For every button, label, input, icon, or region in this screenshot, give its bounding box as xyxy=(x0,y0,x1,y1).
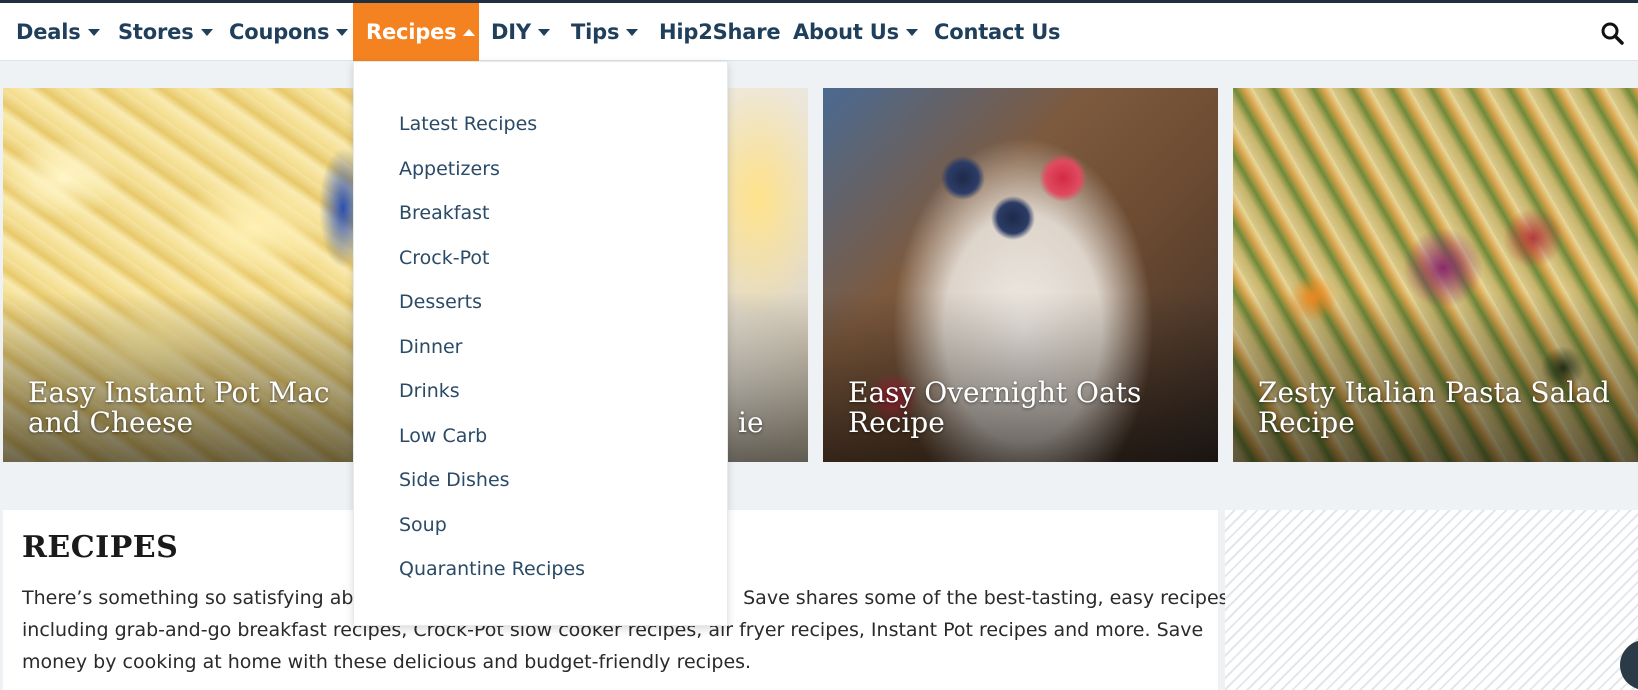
card-title[interactable]: Easy Overnight Oats Recipe xyxy=(848,378,1200,438)
nav-item-recipes[interactable]: Recipes xyxy=(353,3,479,61)
search-icon[interactable] xyxy=(1600,21,1624,45)
nav-label: Contact Us xyxy=(934,20,1061,44)
dropdown-item-appetizers[interactable]: Appetizers xyxy=(399,147,585,192)
chevron-down-icon xyxy=(87,28,100,36)
nav-item-deals[interactable]: Deals xyxy=(16,3,100,61)
chevron-up-icon xyxy=(463,28,476,36)
chevron-down-icon xyxy=(537,28,550,36)
nav-label: About Us xyxy=(793,20,899,44)
dropdown-item-drinks[interactable]: Drinks xyxy=(399,369,585,414)
nav-label: Deals xyxy=(16,20,81,44)
description-text: Save shares some of the best-tasting, ea… xyxy=(743,587,1229,609)
main-nav: Deals Stores Coupons Recipes DIY Tips Hi… xyxy=(0,3,1638,61)
nav-label: DIY xyxy=(491,20,531,44)
page-title: RECIPES xyxy=(22,530,179,565)
nav-label: Tips xyxy=(571,20,620,44)
chevron-down-icon xyxy=(336,28,349,36)
nav-item-contact-us[interactable]: Contact Us xyxy=(934,3,1061,61)
recipes-dropdown-menu: Latest Recipes Appetizers Breakfast Croc… xyxy=(353,61,728,626)
nav-item-stores[interactable]: Stores xyxy=(118,3,213,61)
dropdown-item-breakfast[interactable]: Breakfast xyxy=(399,191,585,236)
description-text: There’s something so satisfying abo xyxy=(22,587,366,609)
chevron-down-icon xyxy=(905,28,918,36)
nav-item-coupons[interactable]: Coupons xyxy=(229,3,349,61)
chevron-down-icon xyxy=(200,28,213,36)
card-title[interactable]: ie xyxy=(738,408,790,438)
dropdown-list: Latest Recipes Appetizers Breakfast Croc… xyxy=(399,102,585,592)
dropdown-item-latest-recipes[interactable]: Latest Recipes xyxy=(399,102,585,147)
nav-item-tips[interactable]: Tips xyxy=(571,3,639,61)
nav-label: Stores xyxy=(118,20,194,44)
dropdown-item-dinner[interactable]: Dinner xyxy=(399,325,585,370)
dropdown-item-low-carb[interactable]: Low Carb xyxy=(399,414,585,459)
nav-label: Coupons xyxy=(229,20,330,44)
nav-item-diy[interactable]: DIY xyxy=(491,3,550,61)
dropdown-item-side-dishes[interactable]: Side Dishes xyxy=(399,458,585,503)
nav-label: Recipes xyxy=(366,20,457,44)
description-text: money by cooking at home with these deli… xyxy=(22,651,752,673)
card-title[interactable]: Zesty Italian Pasta Salad Recipe xyxy=(1258,378,1620,438)
sidebar-ad-placeholder xyxy=(1225,510,1638,690)
recipe-card-overnight-oats[interactable]: Easy Overnight Oats Recipe xyxy=(823,88,1218,462)
nav-label: Hip2Share xyxy=(659,20,781,44)
card-title[interactable]: Easy Instant Pot Mac and Cheese xyxy=(28,378,380,438)
dropdown-item-desserts[interactable]: Desserts xyxy=(399,280,585,325)
recipe-card-pasta-salad[interactable]: Zesty Italian Pasta Salad Recipe xyxy=(1233,88,1638,462)
chevron-down-icon xyxy=(626,28,639,36)
dropdown-item-crock-pot[interactable]: Crock-Pot xyxy=(399,236,585,281)
dropdown-item-quarantine-recipes[interactable]: Quarantine Recipes xyxy=(399,547,585,592)
nav-item-hip2share[interactable]: Hip2Share xyxy=(659,3,781,61)
dropdown-item-soup[interactable]: Soup xyxy=(399,503,585,548)
recipe-card-mac-and-cheese[interactable]: Easy Instant Pot Mac and Cheese xyxy=(3,88,398,462)
nav-item-about-us[interactable]: About Us xyxy=(793,3,918,61)
